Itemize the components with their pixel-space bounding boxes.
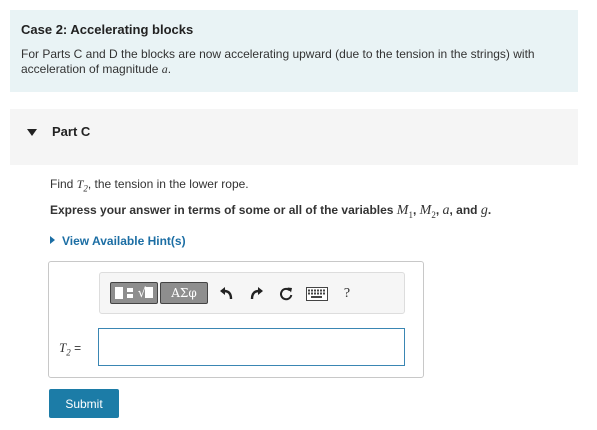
question-text: Find T2, the tension in the lower rope. xyxy=(50,177,249,194)
view-hints-link[interactable]: View Available Hint(s) xyxy=(50,234,186,248)
var-m1: M1 xyxy=(396,203,413,220)
reset-icon[interactable] xyxy=(277,284,295,304)
undo-icon[interactable] xyxy=(217,284,235,304)
templates-icon[interactable]: √ xyxy=(110,282,158,304)
submit-button[interactable]: Submit xyxy=(49,389,119,418)
part-label[interactable]: Part C xyxy=(52,124,90,139)
redo-icon[interactable] xyxy=(248,284,266,304)
answer-box: √ ΑΣφ ? T2 = xyxy=(48,261,424,378)
case-box: Case 2: Accelerating blocks For Parts C … xyxy=(10,10,578,92)
help-icon[interactable]: ? xyxy=(338,284,356,304)
greek-symbols-button[interactable]: ΑΣφ xyxy=(160,282,208,304)
var-t2: T2 xyxy=(76,177,88,194)
case-description: For Parts C and D the blocks are now acc… xyxy=(21,47,535,76)
caret-right-icon xyxy=(50,236,55,244)
answer-input[interactable] xyxy=(98,328,405,366)
instruction-text: Express your answer in terms of some or … xyxy=(50,203,492,220)
case-title: Case 2: Accelerating blocks xyxy=(21,22,194,37)
var-g: g xyxy=(480,203,488,218)
caret-down-icon[interactable] xyxy=(27,129,37,136)
answer-variable-label: T2 = xyxy=(59,340,82,358)
var-m2: M2 xyxy=(419,203,436,220)
keyboard-icon[interactable] xyxy=(305,284,329,304)
part-header[interactable]: Part C xyxy=(10,109,578,165)
math-toolbar: √ ΑΣφ ? xyxy=(99,272,405,314)
